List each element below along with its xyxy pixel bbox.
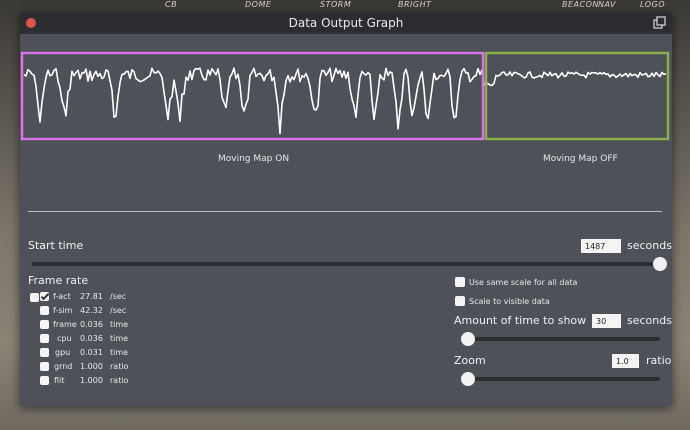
row-name: flit (54, 376, 65, 385)
background-label: BRIGHT (398, 0, 432, 9)
row-unit: ratio (110, 376, 129, 385)
row-name: f-act (53, 292, 71, 301)
flit-checkbox[interactable] (40, 376, 49, 385)
amount-time-input[interactable] (592, 314, 621, 328)
moving-map-on-label: Moving Map ON (218, 154, 290, 164)
row-name: cpu (57, 334, 72, 343)
row-unit: time (110, 320, 129, 329)
frame-checkbox[interactable] (40, 320, 49, 329)
amount-time-slider[interactable] (468, 337, 660, 341)
same-scale-label: Use same scale for all data (469, 278, 578, 287)
zoom-unit: ratio (646, 354, 672, 367)
row-name: f-sim (53, 306, 73, 315)
row-unit: /sec (110, 292, 127, 301)
background-label: BEACON (562, 0, 599, 9)
zoom-slider[interactable] (468, 377, 660, 381)
background-label: NAV (598, 0, 617, 9)
zoom-input[interactable] (612, 354, 639, 368)
row-unit: time (110, 348, 129, 357)
frame-rate-group-checkbox[interactable] (30, 293, 39, 302)
window-title: Data Output Graph (288, 16, 404, 30)
same-scale-checkbox[interactable] (455, 277, 465, 287)
cpu-checkbox[interactable] (40, 334, 49, 343)
title-bar[interactable]: Data Output Graph (20, 12, 672, 34)
background-label: CB (165, 0, 178, 9)
background-label: DOME (245, 0, 272, 9)
start-time-input[interactable] (581, 239, 621, 253)
background-label: LOGO (640, 0, 666, 9)
row-name: gpu (55, 348, 71, 357)
zoom-label: Zoom (454, 354, 486, 367)
popout-window-icon[interactable] (653, 16, 667, 30)
row-value: 0.036 (80, 320, 103, 329)
row-unit: /sec (110, 306, 127, 315)
amount-time-label: Amount of time to show (454, 314, 587, 327)
row-value: 0.031 (80, 348, 103, 357)
start-time-slider-thumb[interactable] (653, 257, 667, 271)
start-time-label: Start time (28, 239, 84, 252)
divider (28, 211, 662, 212)
data-output-graph-window: Data Output Graph Moving Map ON Moving M… (20, 12, 672, 406)
row-name: grnd (54, 362, 73, 371)
start-time-slider[interactable] (32, 262, 660, 266)
row-value: 1.000 (80, 362, 103, 371)
amount-time-unit: seconds (627, 314, 672, 327)
row-name: frame (53, 320, 77, 329)
zoom-slider-thumb[interactable] (461, 372, 475, 386)
f-sim-checkbox[interactable] (40, 306, 49, 315)
amount-time-slider-thumb[interactable] (461, 332, 475, 346)
row-unit: ratio (110, 362, 129, 371)
start-time-unit: seconds (627, 239, 672, 252)
moving-map-on-region (20, 51, 485, 141)
f-act-checkbox[interactable] (40, 292, 49, 301)
background-label: STORM (320, 0, 352, 9)
grnd-checkbox[interactable] (40, 362, 49, 371)
frame-rate-label: Frame rate (28, 274, 89, 287)
row-value: 0.036 (80, 334, 103, 343)
visible-scale-checkbox[interactable] (455, 296, 465, 306)
visible-scale-label: Scale to visible data (469, 297, 550, 306)
row-unit: time (110, 334, 129, 343)
moving-map-off-label: Moving Map OFF (543, 154, 618, 164)
moving-map-off-region (484, 51, 670, 141)
row-value: 42.32 (80, 306, 103, 315)
gpu-checkbox[interactable] (40, 348, 49, 357)
frame-rate-line (23, 67, 667, 135)
data-graph (20, 51, 670, 141)
row-value: 1.000 (80, 376, 103, 385)
row-value: 27.81 (80, 292, 103, 301)
